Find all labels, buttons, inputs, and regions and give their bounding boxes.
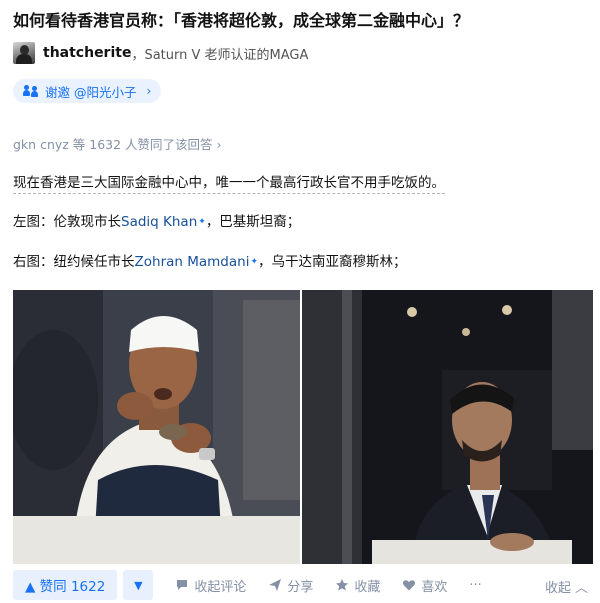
question-title[interactable]: 如何看待香港官员称：「香港将超伦敦，成全球第二金融中心」？ xyxy=(13,10,593,32)
photo-left-drawing xyxy=(13,290,300,564)
more-icon: ··· xyxy=(469,577,482,593)
more-button[interactable]: ··· xyxy=(469,578,481,593)
paragraph-3-suffix: ，乌干达南亚裔穆斯林； xyxy=(258,254,407,270)
paragraph-3-prefix: 右图：纽约候任市长 xyxy=(13,254,135,270)
share-button[interactable]: 分享 xyxy=(268,576,313,595)
photo-pair[interactable] xyxy=(13,290,593,564)
author-bio: ，Saturn V 老师认证的MAGA xyxy=(131,47,309,63)
chevron-up-icon: ︿ xyxy=(574,581,588,596)
star-icon xyxy=(336,579,349,591)
paragraph-1-text: 现在香港是三大国际金融中心中，唯一一个最高行政长官不用手吃饭的。 xyxy=(13,175,445,194)
comments-button[interactable]: 收起评论 xyxy=(175,576,246,595)
favorite-label: 收藏 xyxy=(354,579,381,595)
favorite-button[interactable]: 收藏 xyxy=(335,576,380,595)
vote-up-button[interactable]: ▲ 赞同 1622 xyxy=(13,570,118,600)
share-label: 分享 xyxy=(287,579,314,595)
link-sadiq-khan[interactable]: Sadiq Khan xyxy=(121,214,197,230)
comment-icon xyxy=(177,580,188,590)
collapse-label: 收起 xyxy=(544,581,571,596)
paragraph-2: 左图：伦敦现市长Sadiq Khan✦，巴基斯坦裔； xyxy=(13,212,300,232)
photo-right[interactable] xyxy=(302,290,593,564)
author-row: thatcherite ，Saturn V 老师认证的MAGA xyxy=(13,42,308,64)
paragraph-2-prefix: 左图：伦敦现市长 xyxy=(13,214,121,230)
photo-right-drawing xyxy=(302,290,593,564)
voters-line[interactable]: gkn cnyz 等 1632 人赞同了该回答 › xyxy=(13,134,222,153)
paragraph-2-suffix: ，巴基斯坦裔； xyxy=(205,214,301,230)
link-zohran-mamdani[interactable]: Zohran Mamdani xyxy=(135,254,250,270)
collapse-button[interactable]: 收起 ︿ xyxy=(545,577,588,596)
avatar[interactable] xyxy=(13,42,35,64)
author-name[interactable]: thatcherite xyxy=(43,45,131,61)
link-plus-icon: ✦ xyxy=(198,217,206,227)
photo-left[interactable] xyxy=(13,290,300,564)
link-plus-icon: ✦ xyxy=(250,257,259,267)
vote-down-button[interactable]: ▼ xyxy=(123,570,154,600)
invite-label: 谢邀 @阳光小子 xyxy=(45,84,137,100)
paragraph-1: 现在香港是三大国际金融中心中，唯一一个最高行政长官不用手吃饭的。 xyxy=(13,173,445,194)
invite-button[interactable]: 谢邀 @阳光小子 › xyxy=(13,79,162,103)
paragraph-3: 右图：纽约候任市长Zohran Mamdani✦，乌干达南亚裔穆斯林； xyxy=(13,252,407,272)
people-icon xyxy=(23,85,39,97)
share-icon xyxy=(269,579,282,591)
heart-icon xyxy=(403,580,416,591)
comments-label: 收起评论 xyxy=(194,579,247,595)
like-label: 喜欢 xyxy=(421,579,448,595)
chevron-right-icon: › xyxy=(146,84,152,98)
like-button[interactable]: 喜欢 xyxy=(402,576,447,595)
action-bar: ▲ 赞同 1622 ▼ 收起评论 分享 收藏 喜欢 ··· 收起 ︿ xyxy=(0,567,600,603)
